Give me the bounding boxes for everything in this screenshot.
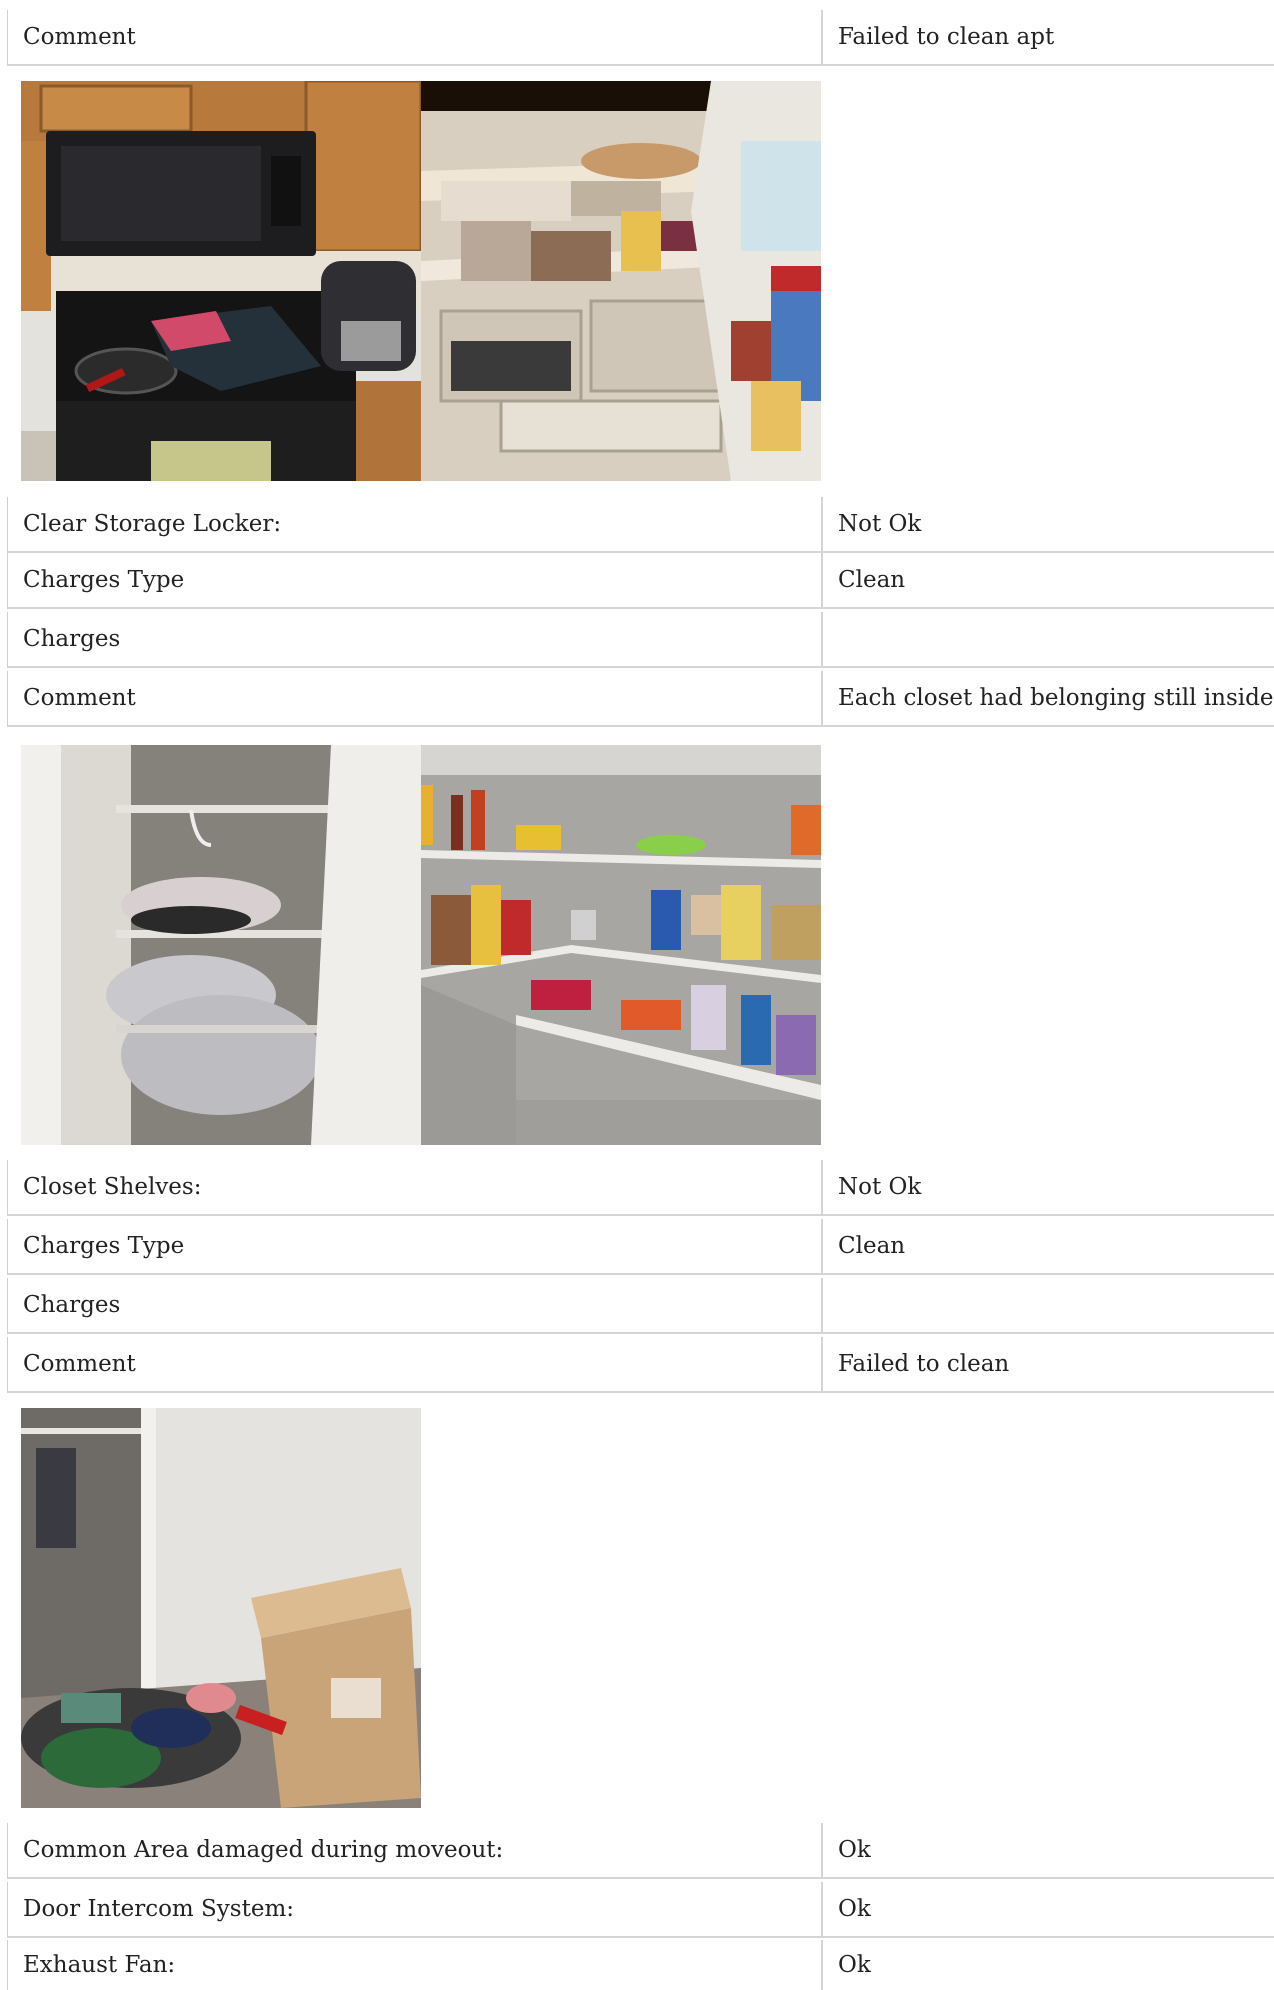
inspection-row-comment: Comment Failed to clean	[7, 1337, 1274, 1393]
row-value: Clean	[838, 1233, 906, 1259]
photo-gallery-room	[21, 1408, 421, 1808]
row-value: Ok	[838, 1952, 871, 1978]
row-label: Charges	[8, 612, 823, 666]
row-value	[823, 612, 1274, 666]
room-floor-photo[interactable]	[21, 1408, 421, 1808]
inspection-row-charges: Charges	[7, 1278, 1274, 1334]
row-value: Each closet had belonging still inside	[838, 685, 1274, 711]
inspection-row-storage-locker: Clear Storage Locker: Not Ok	[7, 497, 1274, 553]
row-label: Comment	[8, 1337, 823, 1391]
row-label: Charges Type	[8, 1219, 823, 1273]
inspection-row-charges-type: Charges Type Clean	[7, 1219, 1274, 1275]
inspection-row-charges-type: Charges Type Clean	[7, 553, 1274, 609]
row-value: Failed to clean	[838, 1351, 1010, 1377]
row-value: Clean	[838, 567, 906, 593]
closet-photo[interactable]	[21, 745, 421, 1145]
row-label: Door Intercom System:	[8, 1882, 823, 1936]
inspection-row-comment: Comment Each closet had belonging still …	[7, 671, 1274, 727]
photo-gallery-closets	[21, 745, 821, 1145]
row-label: Closet Shelves:	[8, 1160, 823, 1214]
row-label: Exhaust Fan:	[8, 1940, 823, 1990]
row-label: Comment	[8, 671, 823, 725]
row-label: Clear Storage Locker:	[8, 497, 823, 551]
inspection-row-charges: Charges	[7, 612, 1274, 668]
kitchen-stove-photo[interactable]	[21, 81, 421, 481]
row-value	[823, 1278, 1274, 1332]
row-value: Not Ok	[838, 1174, 922, 1200]
row-value: Failed to clean apt	[838, 24, 1055, 50]
inspection-row-door-intercom: Door Intercom System: Ok	[7, 1882, 1274, 1938]
row-label: Common Area damaged during moveout:	[8, 1823, 823, 1877]
pantry-photo[interactable]	[421, 745, 821, 1145]
inspection-row: Comment Failed to clean apt	[7, 10, 1274, 66]
photo-gallery-kitchen	[21, 81, 821, 481]
row-label: Charges Type	[8, 553, 823, 607]
inspection-row-closet-shelves: Closet Shelves: Not Ok	[7, 1160, 1274, 1216]
row-label: Comment	[8, 10, 823, 64]
row-label: Charges	[8, 1278, 823, 1332]
refrigerator-photo[interactable]	[421, 81, 821, 481]
row-value: Not Ok	[838, 511, 922, 537]
inspection-row-exhaust-fan: Exhaust Fan: Ok	[7, 1940, 1274, 1990]
row-value: Ok	[838, 1896, 871, 1922]
row-value: Ok	[838, 1837, 871, 1863]
inspection-row-common-area: Common Area damaged during moveout: Ok	[7, 1823, 1274, 1879]
